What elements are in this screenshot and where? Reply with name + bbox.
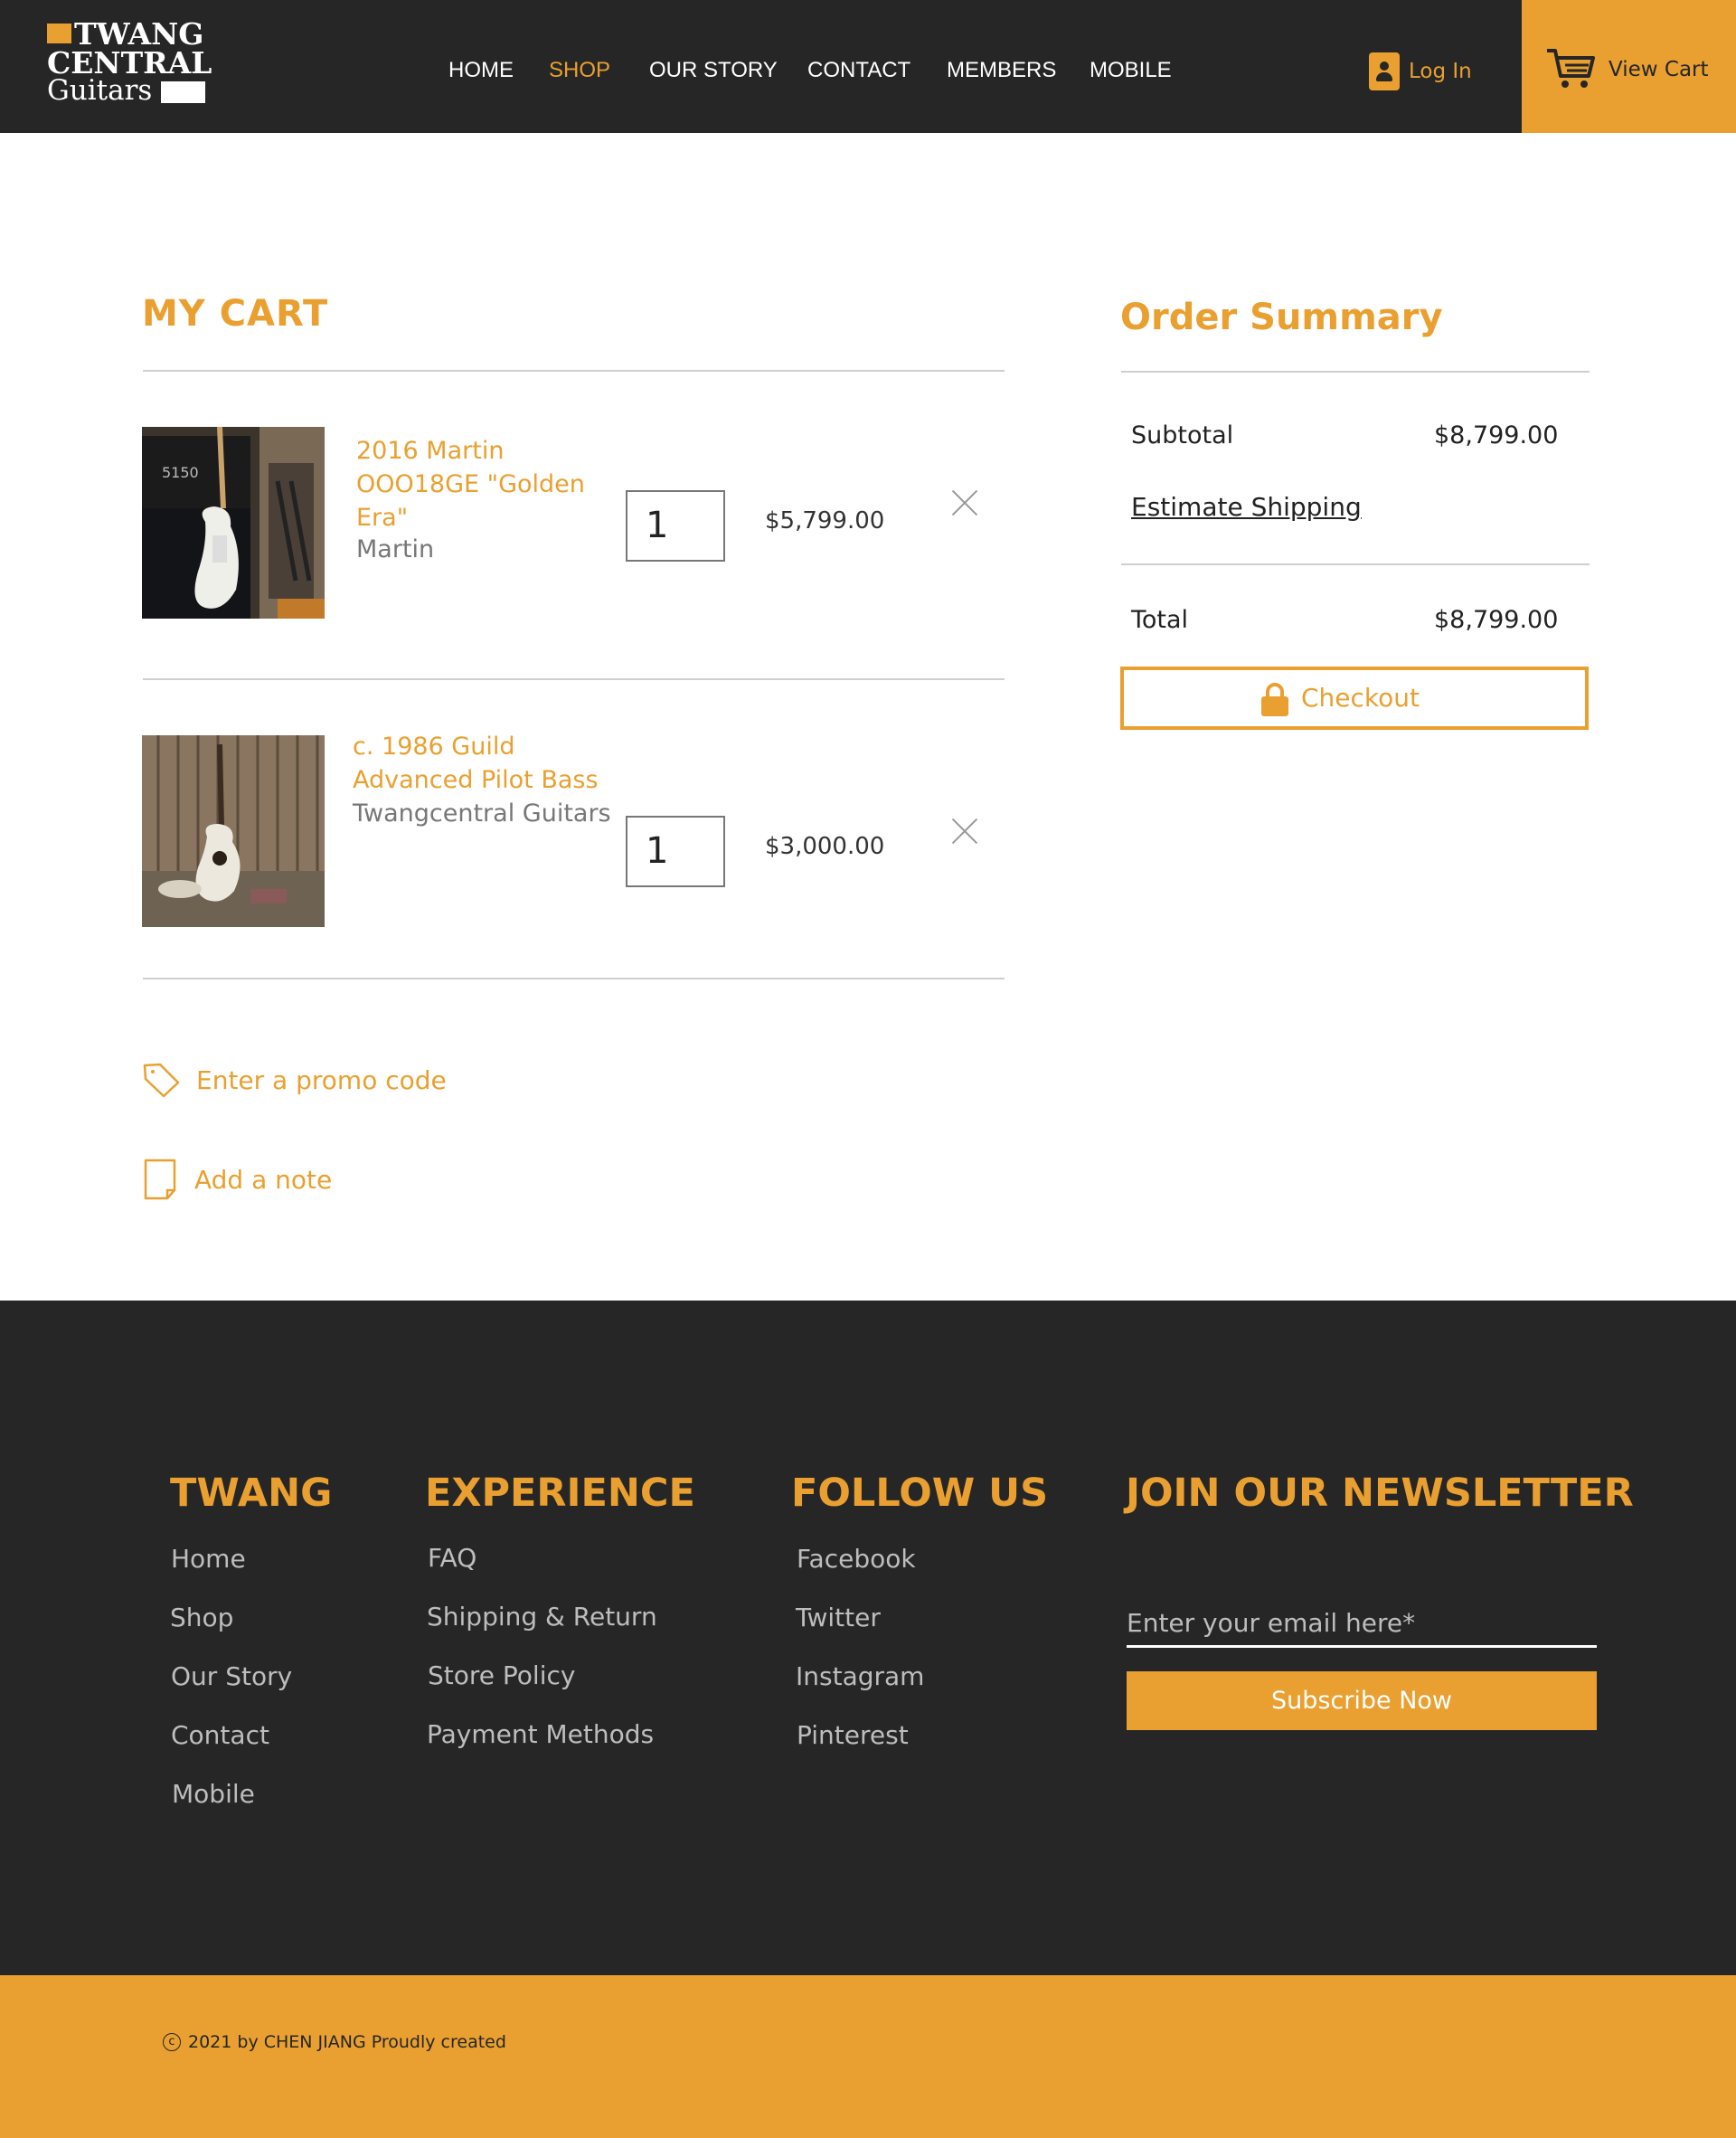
footer-link-our-story[interactable]: Our Story xyxy=(171,1661,292,1691)
note-icon xyxy=(144,1159,176,1200)
view-cart-button[interactable]: View Cart xyxy=(1522,0,1736,133)
cart-divider-bottom xyxy=(143,978,1005,979)
estimate-shipping-link[interactable]: Estimate Shipping xyxy=(1131,492,1362,522)
footer-link-shop[interactable]: Shop xyxy=(170,1603,233,1632)
footer-link-store-policy[interactable]: Store Policy xyxy=(428,1660,575,1690)
promo-code-label: Enter a promo code xyxy=(196,1064,447,1095)
footer-link-twitter[interactable]: Twitter xyxy=(796,1603,881,1632)
user-icon xyxy=(1369,52,1400,90)
lock-icon xyxy=(1261,683,1288,716)
footer-link-contact[interactable]: Contact xyxy=(171,1720,269,1750)
footer-heading-newsletter: JOIN OUR NEWSLETTER xyxy=(1126,1471,1634,1516)
product-price-guild: $3,000.00 xyxy=(765,833,885,860)
total-value: $8,799.00 xyxy=(1434,606,1559,634)
site-logo[interactable]: TWANG CENTRAL Guitars xyxy=(47,16,212,110)
quantity-input-martin[interactable]: 1 xyxy=(626,490,725,562)
nav-members[interactable]: MEMBERS xyxy=(947,58,1056,83)
login-button[interactable]: Log In xyxy=(1369,52,1472,90)
footer-link-mobile[interactable]: Mobile xyxy=(172,1779,255,1809)
footer-link-pinterest[interactable]: Pinterest xyxy=(797,1720,909,1750)
cart-divider-top xyxy=(143,370,1005,372)
tag-icon xyxy=(143,1063,180,1098)
remove-item-martin-icon[interactable] xyxy=(950,488,979,517)
logo-square xyxy=(47,24,71,43)
total-label: Total xyxy=(1131,606,1189,634)
subtotal-label: Subtotal xyxy=(1131,421,1234,449)
cart-icon xyxy=(1547,49,1595,88)
nav-our-story[interactable]: OUR STORY xyxy=(649,58,778,83)
remove-item-guild-icon[interactable] xyxy=(950,817,979,846)
checkout-button[interactable]: Checkout xyxy=(1120,667,1589,730)
footer-heading-follow-us: FOLLOW US xyxy=(791,1471,1049,1516)
product-name-line: c. 1986 Guild xyxy=(353,733,515,761)
nav-home[interactable]: HOME xyxy=(448,58,514,83)
nav-mobile[interactable]: MOBILE xyxy=(1090,58,1172,83)
checkout-label: Checkout xyxy=(1301,683,1420,713)
svg-text:5150: 5150 xyxy=(162,464,199,481)
quantity-input-guild[interactable]: 1 xyxy=(626,816,725,887)
footer-link-payment-methods[interactable]: Payment Methods xyxy=(427,1719,654,1749)
login-label: Log In xyxy=(1409,60,1472,83)
add-note-label: Add a note xyxy=(194,1164,333,1195)
product-name-martin[interactable]: 2016 Martin OOO18GE "Golden Era" xyxy=(356,434,585,534)
footer-link-facebook[interactable]: Facebook xyxy=(797,1544,916,1574)
footer-link-shipping-return[interactable]: Shipping & Return xyxy=(427,1602,657,1632)
footer-heading-twang: TWANG xyxy=(170,1471,333,1516)
product-price-martin: $5,799.00 xyxy=(765,507,885,534)
copyright: c 2021 by CHEN JIANG Proudly created xyxy=(163,2032,506,2052)
site-header: TWANG CENTRAL Guitars HOME SHOP OUR STOR… xyxy=(0,0,1736,133)
order-summary-title: Order Summary xyxy=(1120,297,1443,338)
product-name-line: 2016 Martin xyxy=(356,437,505,465)
newsletter-email-input[interactable] xyxy=(1127,1597,1597,1648)
logo-bar xyxy=(161,81,205,103)
footer-heading-experience: EXPERIENCE xyxy=(425,1471,695,1516)
footer-link-home[interactable]: Home xyxy=(171,1544,246,1574)
footer-link-faq[interactable]: FAQ xyxy=(428,1543,476,1573)
footer-link-instagram[interactable]: Instagram xyxy=(796,1661,924,1691)
logo-line3: Guitars xyxy=(47,74,153,107)
product-image-guild[interactable] xyxy=(142,735,325,927)
view-cart-label: View Cart xyxy=(1609,58,1709,81)
subscribe-button[interactable]: Subscribe Now xyxy=(1127,1671,1597,1730)
subtotal-value: $8,799.00 xyxy=(1434,421,1559,449)
nav-shop[interactable]: SHOP xyxy=(549,58,610,83)
product-name-line: OOO18GE "Golden xyxy=(356,470,585,498)
copyright-text: 2021 by CHEN JIANG Proudly created xyxy=(188,2032,506,2052)
add-note-link[interactable]: Add a note xyxy=(142,1158,332,1201)
product-image-martin[interactable]: 5150 xyxy=(142,427,325,619)
footer-bottom-bar xyxy=(0,1975,1736,2138)
promo-code-link[interactable]: Enter a promo code xyxy=(142,1062,447,1098)
product-name-guild[interactable]: c. 1986 Guild Advanced Pilot Bass xyxy=(353,730,599,797)
copyright-icon: c xyxy=(163,2033,181,2051)
summary-divider-top xyxy=(1121,371,1590,373)
product-brand-martin: Martin xyxy=(356,535,435,563)
product-name-line: Advanced Pilot Bass xyxy=(353,766,599,794)
nav-contact[interactable]: CONTACT xyxy=(807,58,910,83)
cart-divider xyxy=(143,678,1005,680)
cart-title: MY CART xyxy=(142,293,329,335)
summary-divider xyxy=(1121,563,1590,565)
product-brand-guild: Twangcentral Guitars xyxy=(353,799,611,828)
product-name-line: Era" xyxy=(356,504,409,532)
